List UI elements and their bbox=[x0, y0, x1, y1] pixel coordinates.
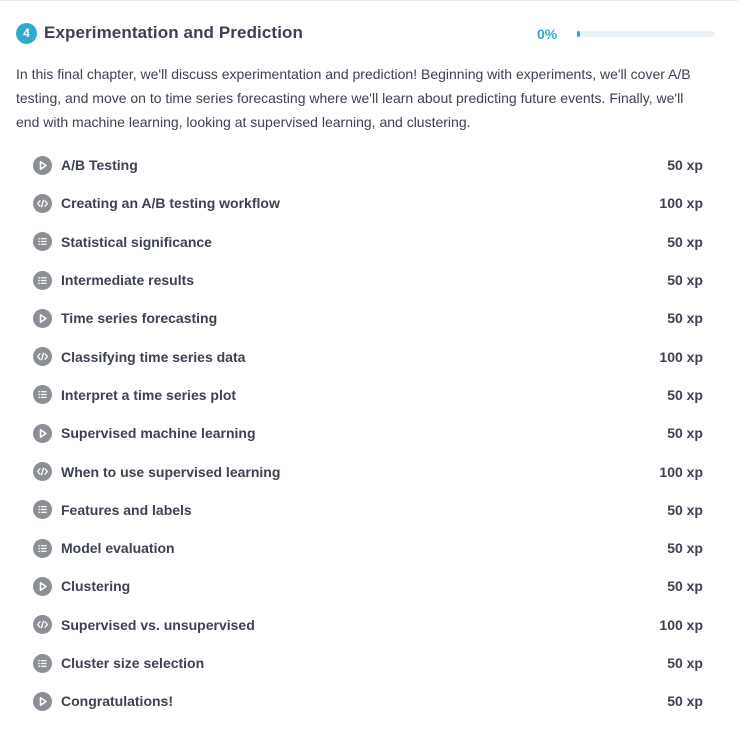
exercise-item[interactable]: Model evaluation 50 xp bbox=[33, 529, 703, 567]
exercise-xp: 50 xp bbox=[667, 501, 703, 518]
exercise-title[interactable]: Statistical significance bbox=[61, 234, 623, 250]
exercise-title[interactable]: Model evaluation bbox=[61, 540, 623, 556]
exercise-title[interactable]: Clustering bbox=[61, 578, 623, 594]
exercise-xp: 50 xp bbox=[667, 425, 703, 442]
exercise-title[interactable]: Interpret a time series plot bbox=[61, 387, 623, 403]
list-icon bbox=[33, 653, 52, 673]
exercise-list: A/B Testing 50 xp Creating an A/B testing … bbox=[33, 146, 703, 720]
progress-bar bbox=[577, 31, 715, 37]
play-icon bbox=[33, 155, 52, 175]
exercise-title[interactable]: Creating an A/B testing workflow bbox=[61, 195, 623, 211]
exercise-title[interactable]: Time series forecasting bbox=[61, 310, 623, 326]
code-icon bbox=[33, 347, 52, 367]
chapter-card: 4 Experimentation and Prediction 0% In t… bbox=[0, 0, 738, 738]
exercise-item[interactable]: Creating an A/B testing workflow 100 xp bbox=[33, 184, 703, 222]
exercise-xp: 100 xp bbox=[659, 195, 703, 212]
exercise-item[interactable]: Interpret a time series plot 50 xp bbox=[33, 376, 703, 414]
play-icon bbox=[33, 576, 52, 596]
exercise-item[interactable]: When to use supervised learning 100 xp bbox=[33, 452, 703, 490]
list-icon bbox=[33, 385, 52, 405]
exercise-item[interactable]: A/B Testing 50 xp bbox=[33, 146, 703, 184]
list-icon bbox=[33, 270, 52, 290]
play-icon bbox=[33, 423, 52, 443]
exercise-item[interactable]: Supervised vs. unsupervised 100 xp bbox=[33, 606, 703, 644]
exercise-item[interactable]: Intermediate results 50 xp bbox=[33, 261, 703, 299]
exercise-xp: 50 xp bbox=[667, 578, 703, 595]
exercise-item[interactable]: Time series forecasting 50 xp bbox=[33, 299, 703, 337]
exercise-xp: 100 xp bbox=[659, 348, 703, 365]
exercise-title[interactable]: A/B Testing bbox=[61, 157, 623, 173]
exercise-xp: 100 xp bbox=[659, 616, 703, 633]
exercise-item[interactable]: Features and labels 50 xp bbox=[33, 491, 703, 529]
chapter-description: In this final chapter, we'll discuss exp… bbox=[16, 66, 691, 130]
exercise-item[interactable]: Supervised machine learning 50 xp bbox=[33, 414, 703, 452]
progress-bar-fill bbox=[577, 31, 580, 37]
progress-percent: 0% bbox=[537, 26, 558, 42]
exercise-item[interactable]: Congratulations! 50 xp bbox=[33, 682, 703, 720]
exercise-xp: 50 xp bbox=[667, 272, 703, 289]
list-icon bbox=[33, 232, 52, 252]
exercise-item[interactable]: Clustering 50 xp bbox=[33, 567, 703, 605]
exercise-title[interactable]: Features and labels bbox=[61, 502, 623, 518]
exercise-xp: 50 xp bbox=[667, 386, 703, 403]
play-icon bbox=[33, 691, 52, 711]
exercise-xp: 50 xp bbox=[667, 233, 703, 250]
code-icon bbox=[33, 615, 52, 635]
exercise-title[interactable]: Intermediate results bbox=[61, 272, 623, 288]
list-icon bbox=[33, 500, 52, 520]
chapter-progress: 0% bbox=[537, 26, 718, 42]
exercise-xp: 50 xp bbox=[667, 310, 703, 327]
exercise-item[interactable]: Classifying time series data 100 xp bbox=[33, 337, 703, 375]
exercise-item[interactable]: Cluster size selection 50 xp bbox=[33, 644, 703, 682]
exercise-title[interactable]: Classifying time series data bbox=[61, 349, 623, 365]
list-icon bbox=[33, 538, 52, 558]
exercise-title[interactable]: Supervised vs. unsupervised bbox=[61, 617, 623, 633]
exercise-xp: 50 xp bbox=[667, 157, 703, 174]
exercise-xp: 100 xp bbox=[659, 463, 703, 480]
exercise-item[interactable]: Statistical significance 50 xp bbox=[33, 223, 703, 261]
code-icon bbox=[33, 462, 52, 482]
exercise-title[interactable]: When to use supervised learning bbox=[61, 464, 623, 480]
chapter-title[interactable]: Experimentation and Prediction bbox=[44, 23, 303, 43]
exercise-title[interactable]: Supervised machine learning bbox=[61, 425, 623, 441]
exercise-xp: 50 xp bbox=[667, 540, 703, 557]
chapter-number-badge: 4 bbox=[16, 22, 37, 44]
exercise-xp: 50 xp bbox=[667, 655, 703, 671]
code-icon bbox=[33, 193, 52, 213]
play-icon bbox=[33, 308, 52, 328]
exercise-title[interactable]: Cluster size selection bbox=[61, 655, 623, 671]
exercise-xp: 50 xp bbox=[667, 693, 703, 710]
exercise-title[interactable]: Congratulations! bbox=[61, 693, 623, 709]
